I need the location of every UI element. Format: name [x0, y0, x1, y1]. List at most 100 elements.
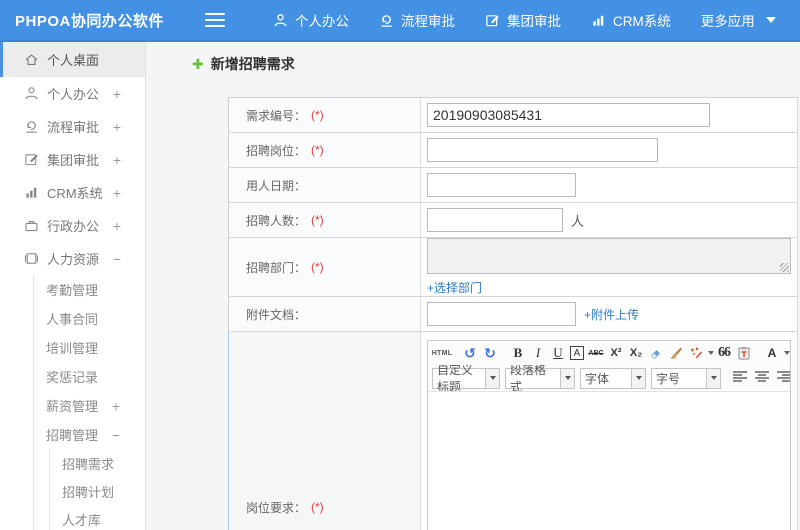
required-mark: (*): [311, 143, 324, 157]
collapse-icon[interactable]: −: [113, 251, 121, 267]
nav-group-approval[interactable]: 集团审批: [485, 10, 561, 30]
font-color-button[interactable]: A: [764, 344, 780, 362]
field-label: 用人日期：: [228, 168, 421, 202]
nav-label: 个人办公: [295, 14, 349, 29]
sidebar-item-recruit-demand[interactable]: 招聘需求: [50, 449, 145, 477]
superscript-button[interactable]: X²: [608, 344, 624, 362]
sidebar-item-label: 培训管理: [46, 341, 99, 356]
eraser-icon[interactable]: [648, 344, 664, 362]
paste-text-icon[interactable]: [736, 344, 752, 362]
hr-submenu: 考勤管理 人事合同 培训管理 奖惩记录 薪资管理 + 招聘管理 − 招聘需求 招…: [33, 275, 145, 530]
sidebar-item-attendance[interactable]: 考勤管理: [34, 275, 145, 304]
label-text: 用人日期：: [246, 178, 307, 193]
nav-more-apps[interactable]: 更多应用: [701, 10, 776, 30]
label-text: 招聘岗位：: [246, 143, 307, 158]
menu-toggle-icon[interactable]: [205, 13, 225, 27]
expand-icon[interactable]: +: [113, 185, 121, 201]
headcount-input[interactable]: [427, 208, 563, 232]
align-right-icon[interactable]: [777, 370, 790, 386]
form-row-hire-date: 用人日期：: [228, 168, 797, 203]
expand-icon[interactable]: +: [113, 152, 121, 168]
expand-icon[interactable]: +: [112, 398, 120, 414]
align-center-icon[interactable]: [755, 370, 770, 386]
format-brush-icon[interactable]: [668, 344, 684, 362]
topbar: PHPOA协同办公软件 个人办公 流程审批 集团审批 CRM系统 更多应用: [0, 0, 800, 42]
caret-down-icon[interactable]: [784, 351, 790, 355]
font-family-select[interactable]: 字体: [580, 367, 646, 389]
department-textarea[interactable]: [427, 238, 791, 274]
strikethrough-button[interactable]: ABC: [588, 344, 604, 362]
collapse-icon[interactable]: −: [112, 427, 120, 443]
main-content: ✚ 新增招聘需求 需求编号： (*) 招聘岗位： (*) 用人日期：: [147, 42, 800, 530]
sidebar-item-rewards[interactable]: 奖惩记录: [34, 362, 145, 391]
subscript-button[interactable]: X₂: [628, 344, 644, 362]
caret-down-icon: [560, 368, 574, 388]
expand-icon[interactable]: +: [113, 119, 121, 135]
caret-down-icon[interactable]: [708, 351, 714, 355]
sidebar-item-label: 招聘管理: [46, 428, 99, 443]
attachment-upload-link[interactable]: +附件上传: [584, 306, 639, 323]
sidebar-item-hr-contract[interactable]: 人事合同: [34, 304, 145, 333]
expand-icon[interactable]: +: [113, 218, 121, 234]
sidebar-item-talent-pool[interactable]: 人才库: [50, 505, 145, 530]
select-value: 字体: [585, 371, 610, 386]
select-department-link[interactable]: +选择部门: [427, 279, 482, 296]
position-input[interactable]: [427, 138, 658, 162]
scrawl-color-icon[interactable]: [688, 344, 704, 362]
paragraph-format-select[interactable]: 段落格式: [505, 365, 575, 391]
unit-suffix: 人: [571, 213, 585, 229]
sidebar-item-salary[interactable]: 薪资管理 +: [34, 391, 145, 420]
required-mark: (*): [311, 500, 324, 514]
font-size-select[interactable]: 字号: [651, 367, 721, 389]
nav-workflow-approval[interactable]: 流程审批: [379, 10, 455, 30]
blockquote-button[interactable]: 66: [716, 344, 732, 362]
underline-button[interactable]: U: [550, 344, 566, 362]
form-row-demand-no: 需求编号： (*): [228, 98, 797, 133]
field-label: 需求编号： (*): [228, 98, 421, 132]
sidebar-item-personal-office[interactable]: 个人办公 +: [0, 77, 145, 110]
label-text: 招聘部门：: [246, 260, 307, 275]
app-window: { "topbar": { "logo": "PHPOA协同办公软件", "na…: [0, 0, 800, 530]
sidebar-item-label: 招聘计划: [62, 484, 115, 500]
nav-label: 流程审批: [401, 14, 455, 29]
sidebar-item-training[interactable]: 培训管理: [34, 333, 145, 362]
align-left-icon[interactable]: [733, 370, 748, 386]
sidebar-item-recruit-plan[interactable]: 招聘计划: [50, 477, 145, 505]
field-value-cell: [421, 98, 797, 132]
hire-date-input[interactable]: [427, 173, 576, 197]
sidebar-item-crm[interactable]: CRM系统 +: [0, 176, 145, 209]
undo-icon[interactable]: ↺: [462, 344, 478, 362]
sidebar-item-hr[interactable]: 人力资源 −: [0, 242, 145, 275]
form-row-position: 招聘岗位： (*): [228, 133, 797, 168]
nav-crm-system[interactable]: CRM系统: [591, 10, 671, 30]
redo-icon[interactable]: ↻: [482, 344, 498, 362]
sidebar-item-label: 个人桌面: [47, 53, 100, 68]
sidebar-item-label: 个人办公: [47, 87, 100, 102]
italic-button[interactable]: I: [530, 344, 546, 362]
page-title: ✚ 新增招聘需求: [192, 54, 295, 74]
sidebar-item-workflow-approval[interactable]: 流程审批 +: [0, 110, 145, 143]
editor-content-area[interactable]: [428, 392, 790, 530]
home-icon: [25, 54, 38, 66]
caret-down-icon: [706, 368, 720, 388]
nav-personal-office[interactable]: 个人办公: [273, 10, 349, 30]
bold-button[interactable]: B: [510, 344, 526, 362]
html-source-button[interactable]: HTML: [432, 344, 452, 362]
attachment-input[interactable]: [427, 302, 576, 326]
expand-icon[interactable]: +: [113, 86, 121, 102]
recruitment-submenu: 招聘需求 招聘计划 人才库: [49, 449, 145, 530]
sidebar-item-administration[interactable]: 行政办公 +: [0, 209, 145, 242]
sidebar-item-label: 人力资源: [47, 252, 100, 267]
sidebar-item-label: 行政办公: [47, 219, 100, 234]
sidebar-item-label: 奖惩记录: [46, 370, 99, 385]
sidebar-item-group-approval[interactable]: 集团审批 +: [0, 143, 145, 176]
briefcase-icon: [25, 221, 38, 232]
field-value-cell: +选择部门: [421, 238, 797, 296]
sidebar-item-desktop[interactable]: 个人桌面: [0, 42, 145, 77]
char-border-button[interactable]: A: [570, 346, 584, 360]
sidebar-item-label: 考勤管理: [46, 283, 99, 298]
demand-no-input[interactable]: [427, 103, 710, 127]
caret-down-icon: [765, 17, 776, 23]
custom-title-select[interactable]: 自定义标题: [432, 365, 500, 391]
sidebar-item-recruitment[interactable]: 招聘管理 −: [34, 420, 145, 449]
